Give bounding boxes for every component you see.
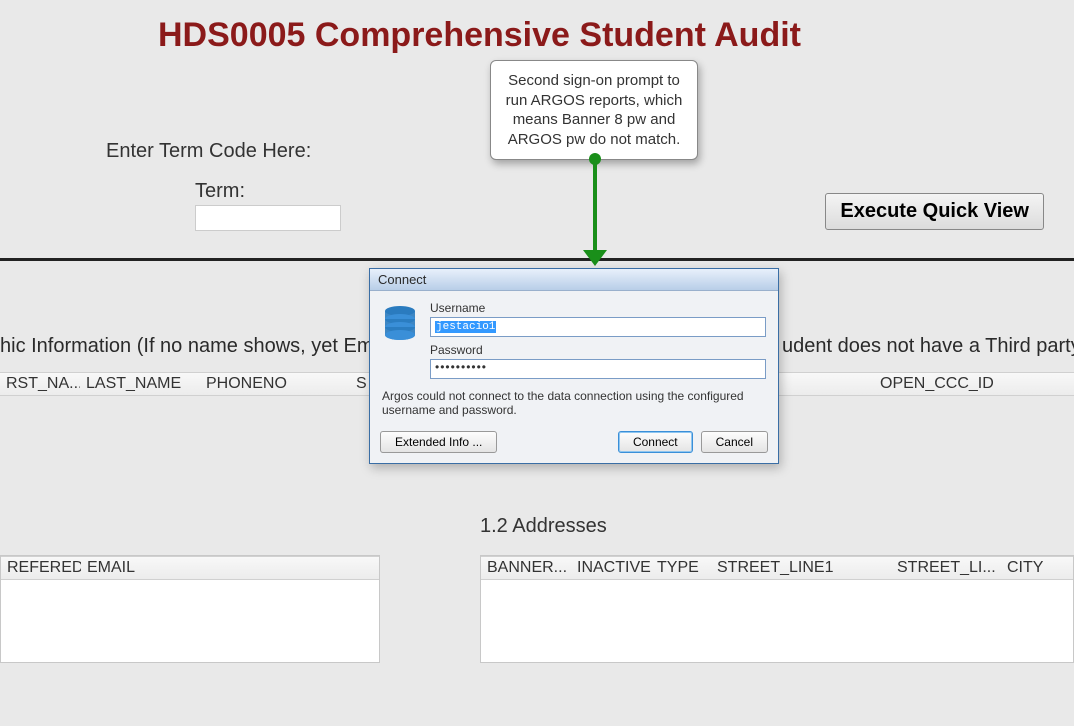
term-input[interactable] bbox=[195, 205, 341, 231]
addresses-table: BANNER... INACTIVE TYPE STREET_LINE1 STR… bbox=[480, 555, 1074, 663]
addresses-section-title: 1.2 Addresses bbox=[480, 515, 607, 538]
demographic-info-label-right: udent does not have a Third party ID bbox=[782, 335, 1074, 358]
col-street-line1: STREET_LINE1 bbox=[711, 559, 891, 577]
password-input[interactable]: •••••••••• bbox=[430, 359, 766, 379]
divider bbox=[0, 258, 1074, 261]
arrow-line-icon bbox=[593, 154, 597, 254]
col-last-name: LAST_NAME bbox=[80, 375, 200, 393]
table-header-row: REFERED EMAIL bbox=[1, 556, 379, 580]
annotation-callout: Second sign-on prompt to run ARGOS repor… bbox=[490, 60, 698, 160]
col-street-line2: STREET_LI... bbox=[891, 559, 1001, 577]
table-header-row: BANNER... INACTIVE TYPE STREET_LINE1 STR… bbox=[481, 556, 1073, 580]
arrow-head-icon bbox=[583, 250, 607, 266]
col-banner: BANNER... bbox=[481, 559, 571, 577]
username-label: Username bbox=[430, 301, 766, 315]
col-s: S bbox=[350, 375, 370, 393]
page-title: HDS0005 Comprehensive Student Audit bbox=[158, 16, 801, 55]
database-icon bbox=[382, 299, 418, 379]
col-city: CITY bbox=[1001, 559, 1061, 577]
email-table: REFERED EMAIL bbox=[0, 555, 380, 663]
col-phoneno: PHONENO bbox=[200, 375, 350, 393]
col-first-name: RST_NA... bbox=[0, 375, 80, 393]
username-input[interactable]: jestacio1 bbox=[430, 317, 766, 337]
demographic-info-label-left: hic Information (If no name shows, yet E… bbox=[0, 335, 389, 358]
cancel-button[interactable]: Cancel bbox=[701, 431, 768, 453]
connect-dialog: Connect Username jestacio1 Password ••••… bbox=[369, 268, 779, 464]
col-email: EMAIL bbox=[81, 559, 281, 577]
dialog-error-message: Argos could not connect to the data conn… bbox=[370, 389, 778, 425]
col-type: TYPE bbox=[651, 559, 711, 577]
enter-term-label: Enter Term Code Here: bbox=[106, 140, 311, 163]
extended-info-button[interactable]: Extended Info ... bbox=[380, 431, 497, 453]
execute-quick-view-button[interactable]: Execute Quick View bbox=[825, 193, 1044, 230]
col-refered: REFERED bbox=[1, 559, 81, 577]
col-inactive: INACTIVE bbox=[571, 559, 651, 577]
connect-button[interactable]: Connect bbox=[618, 431, 693, 453]
dialog-title: Connect bbox=[370, 269, 778, 291]
username-value: jestacio1 bbox=[435, 321, 496, 333]
term-label: Term: bbox=[195, 180, 245, 203]
col-open-ccc-id: OPEN_CCC_ID bbox=[874, 375, 1074, 393]
password-label: Password bbox=[430, 343, 766, 357]
